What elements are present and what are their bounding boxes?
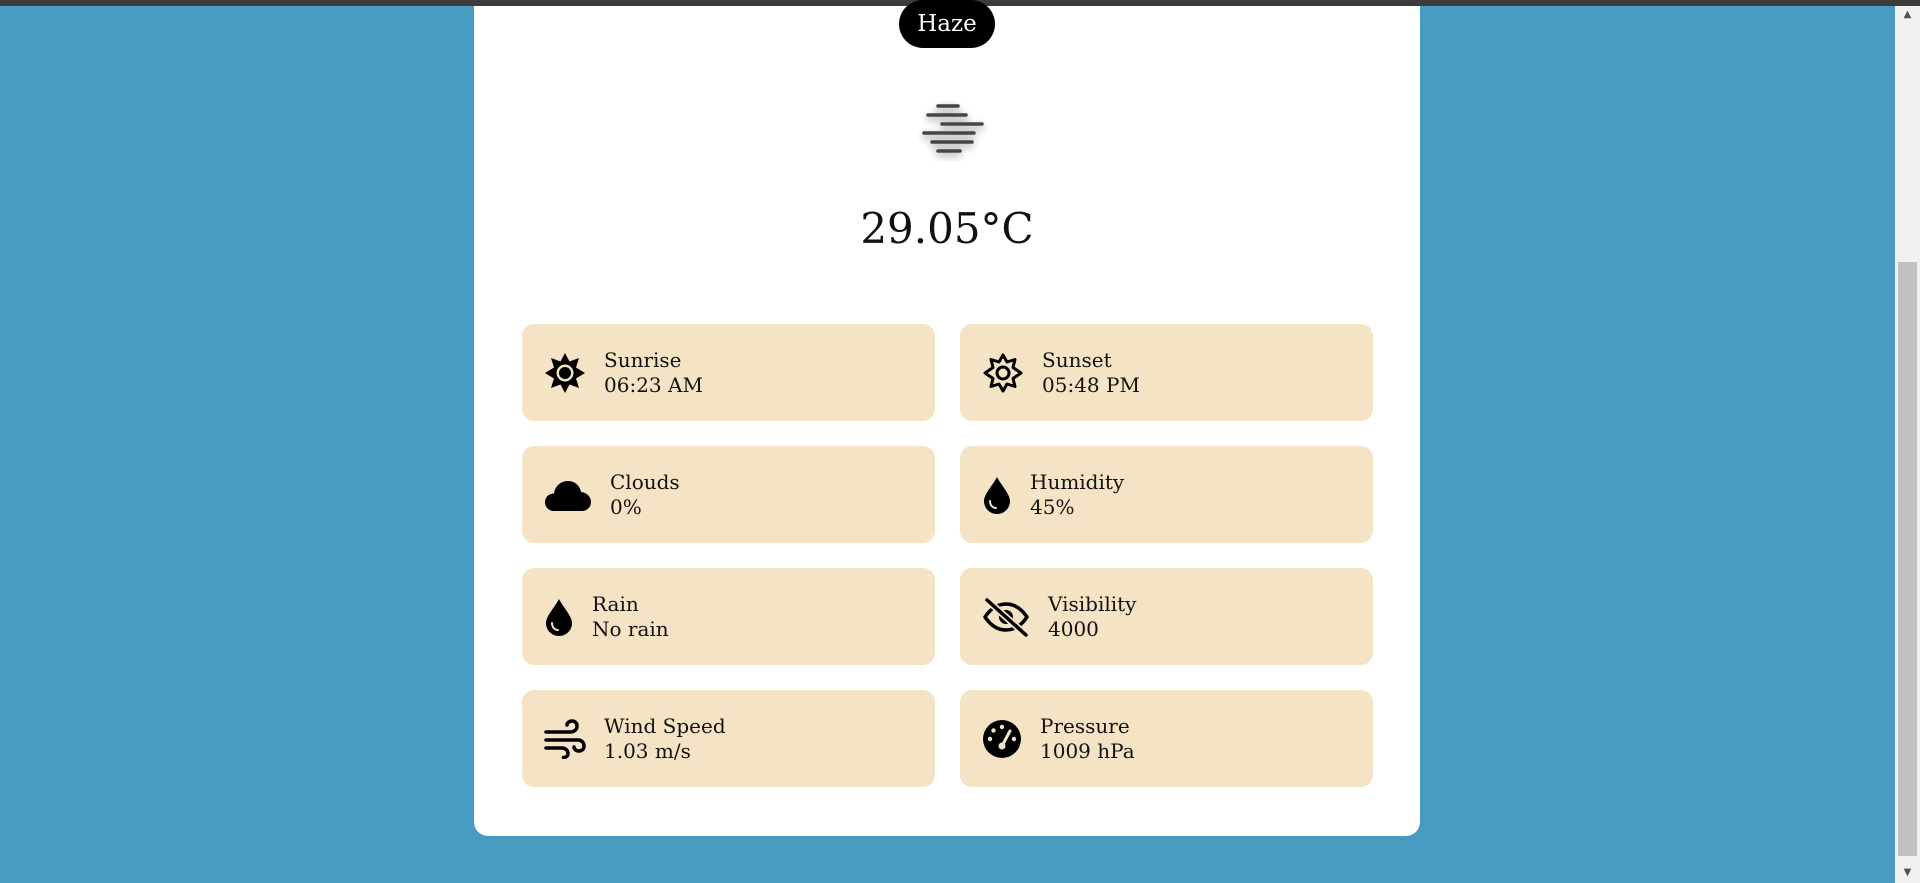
- temperature-readout: 29.05°C: [860, 204, 1034, 253]
- tile-value: 1009 hPa: [1040, 738, 1135, 763]
- scrollbar-thumb[interactable]: [1898, 262, 1917, 856]
- tile-clouds: Clouds 0%: [522, 446, 935, 543]
- tile-label: Sunrise: [604, 347, 682, 372]
- tile-label: Pressure: [1040, 713, 1130, 738]
- tile-value: 45%: [1030, 494, 1075, 519]
- tile-wind-speed: Wind Speed 1.03 m/s: [522, 690, 935, 787]
- droplet-icon: [544, 597, 574, 637]
- tile-label: Wind Speed: [604, 713, 726, 738]
- tile-label: Rain: [592, 591, 639, 616]
- condition-badge: Haze: [899, 0, 995, 48]
- tile-label: Clouds: [610, 469, 680, 494]
- haze-icon: [922, 104, 984, 153]
- tile-value: 0%: [610, 494, 642, 519]
- cloud-icon: [544, 478, 592, 512]
- tile-value: No rain: [592, 616, 669, 641]
- tile-rain: Rain No rain: [522, 568, 935, 665]
- sunrise-icon: [544, 352, 586, 394]
- scroll-down-arrow-icon[interactable]: ▼: [1898, 864, 1917, 881]
- tile-humidity: Humidity 45%: [960, 446, 1373, 543]
- tile-value: 06:23 AM: [604, 372, 703, 397]
- tile-value: 1.03 m/s: [604, 738, 691, 763]
- tile-visibility: Visibility 4000: [960, 568, 1373, 665]
- wind-icon: [544, 718, 586, 759]
- tile-value: 4000: [1048, 616, 1099, 641]
- sunset-icon: [982, 352, 1024, 394]
- eye-slash-icon: [982, 596, 1030, 637]
- gauge-icon: [982, 719, 1022, 759]
- droplet-icon: [982, 475, 1012, 515]
- scroll-up-arrow-icon[interactable]: ▲: [1898, 6, 1917, 23]
- tile-pressure: Pressure 1009 hPa: [960, 690, 1373, 787]
- tile-value: 05:48 PM: [1042, 372, 1140, 397]
- tile-label: Sunset: [1042, 347, 1112, 372]
- tile-label: Visibility: [1048, 591, 1137, 616]
- tile-sunrise: Sunrise 06:23 AM: [522, 324, 935, 421]
- tile-label: Humidity: [1030, 469, 1125, 494]
- weather-card: Haze 29.05°C Sunrise 06:23 AM Sunset 05:…: [474, 0, 1420, 836]
- tile-sunset: Sunset 05:48 PM: [960, 324, 1373, 421]
